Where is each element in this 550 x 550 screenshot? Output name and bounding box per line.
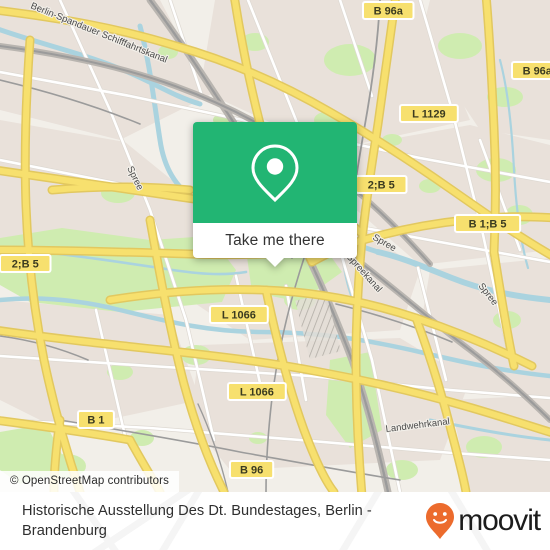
road-shield-label: B 96a <box>374 6 404 18</box>
osm-attribution[interactable]: © OpenStreetMap contributors <box>0 471 179 492</box>
road-shield-label: B 1;B 5 <box>469 219 507 231</box>
moovit-map-card: .rd-c{stroke:#e2c85f;fill:none;stroke-li… <box>0 0 550 550</box>
footer-bar: Historische Ausstellung Des Dt. Bundesta… <box>0 492 550 550</box>
popup-action[interactable]: Take me there <box>193 223 357 267</box>
road-shield: B 96a <box>511 61 550 80</box>
popup-tail <box>266 258 284 267</box>
road-shield: L 1066 <box>209 305 269 324</box>
road-shield: L 1129 <box>399 104 459 123</box>
road-shield-label: L 1066 <box>222 310 256 322</box>
popup-image-area <box>193 122 357 223</box>
moovit-wordmark: moovit <box>458 504 541 537</box>
popup-action-label: Take me there <box>225 231 325 249</box>
moovit-logo[interactable]: moovit <box>425 502 541 540</box>
road-shield: B 96a <box>362 1 415 20</box>
road-shield-label: 2;B 5 <box>368 180 395 192</box>
map-pin-icon <box>251 143 299 202</box>
road-shield-label: B 1 <box>87 415 104 427</box>
road-shield: B 96 <box>229 460 275 479</box>
road-shield-label: L 1129 <box>412 109 445 121</box>
road-shield: B 1 <box>77 410 115 429</box>
destination-popup[interactable]: Take me there <box>193 122 357 267</box>
road-shield-label: B 96 <box>240 465 263 477</box>
road-shield: B 1;B 5 <box>454 214 522 233</box>
road-shield: 2;B 5 <box>355 175 408 194</box>
road-shield: 2;B 5 <box>0 254 52 273</box>
road-shield-label: 2;B 5 <box>12 259 39 271</box>
road-shield-label: B 96a <box>523 66 550 78</box>
moovit-smiley-pin-icon <box>426 503 455 539</box>
place-title: Historische Ausstellung Des Dt. Bundesta… <box>22 503 372 539</box>
road-shield: L 1066 <box>227 382 287 401</box>
road-shield-label: L 1066 <box>240 387 274 399</box>
